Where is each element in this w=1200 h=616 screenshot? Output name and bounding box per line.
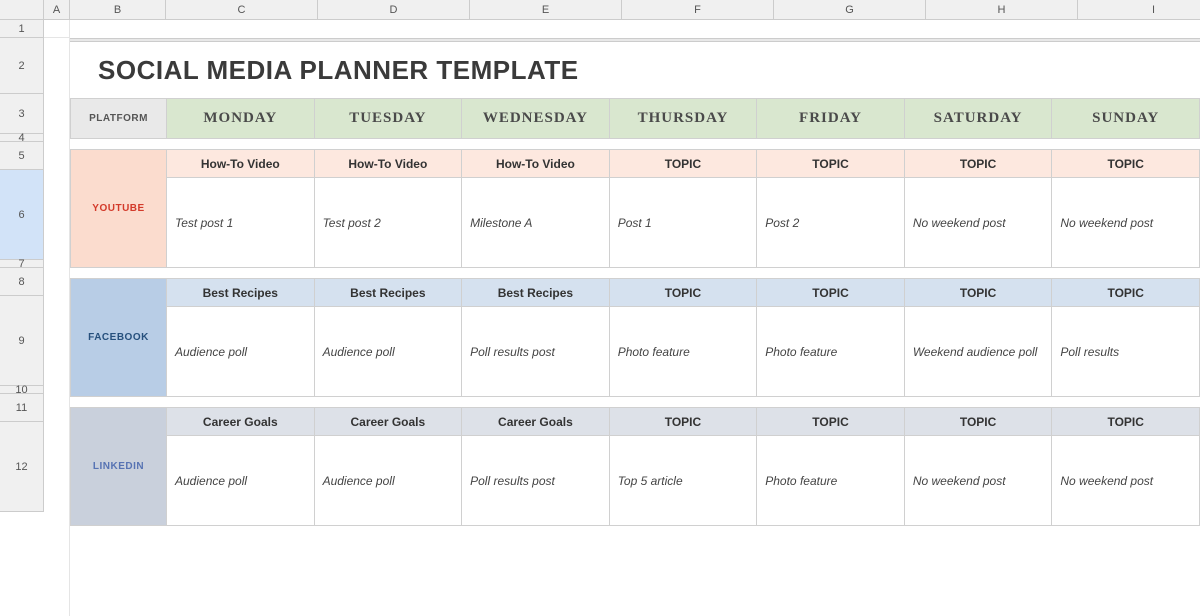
content-cell[interactable]: Audience poll bbox=[314, 307, 462, 397]
col-head-d[interactable]: D bbox=[318, 0, 470, 20]
day-header-table: PLATFORM MONDAY TUESDAY WEDNESDAY THURSD… bbox=[70, 98, 1200, 139]
topic-cell[interactable]: Best Recipes bbox=[462, 279, 610, 307]
content-cell[interactable]: No weekend post bbox=[904, 178, 1052, 268]
topic-cell[interactable]: TOPIC bbox=[609, 408, 757, 436]
content-row: Test post 1Test post 2Milestone APost 1P… bbox=[71, 178, 1200, 268]
column-headers: ABCDEFGHI bbox=[44, 0, 1200, 20]
col-a-gutter bbox=[44, 20, 70, 616]
platform-label-facebook: FACEBOOK bbox=[71, 279, 167, 397]
content-cell[interactable]: Audience poll bbox=[314, 436, 462, 526]
row-head-10[interactable]: 10 bbox=[0, 386, 44, 394]
content-row: Audience pollAudience pollPoll results p… bbox=[71, 436, 1200, 526]
row-head-4[interactable]: 4 bbox=[0, 134, 44, 142]
topic-cell[interactable]: Best Recipes bbox=[167, 279, 315, 307]
header-friday: FRIDAY bbox=[757, 99, 905, 139]
platform-label-youtube: YOUTUBE bbox=[71, 150, 167, 268]
col-head-g[interactable]: G bbox=[774, 0, 926, 20]
content-cell[interactable]: Audience poll bbox=[167, 436, 315, 526]
content-cell[interactable]: Poll results post bbox=[462, 307, 610, 397]
topic-cell[interactable]: Career Goals bbox=[167, 408, 315, 436]
content-cell[interactable]: Post 1 bbox=[609, 178, 757, 268]
row-head-11[interactable]: 11 bbox=[0, 394, 44, 422]
topic-cell[interactable]: TOPIC bbox=[757, 279, 905, 307]
cell-area[interactable]: SOCIAL MEDIA PLANNER TEMPLATE PLATFORM M… bbox=[44, 20, 1200, 616]
topic-cell[interactable]: How-To Video bbox=[462, 150, 610, 178]
col-head-f[interactable]: F bbox=[622, 0, 774, 20]
topic-cell[interactable]: TOPIC bbox=[1052, 408, 1200, 436]
header-sunday: SUNDAY bbox=[1052, 99, 1200, 139]
content-row: Audience pollAudience pollPoll results p… bbox=[71, 307, 1200, 397]
platform-label-linkedin: LINKEDIN bbox=[71, 408, 167, 526]
content-cell[interactable]: Poll results post bbox=[462, 436, 610, 526]
row-head-6[interactable]: 6 bbox=[0, 170, 44, 260]
topic-row: YOUTUBEHow-To VideoHow-To VideoHow-To Vi… bbox=[71, 150, 1200, 178]
topic-cell[interactable]: TOPIC bbox=[1052, 150, 1200, 178]
content-cell[interactable]: Milestone A bbox=[462, 178, 610, 268]
header-platform: PLATFORM bbox=[71, 99, 167, 139]
content-cell[interactable]: Photo feature bbox=[757, 436, 905, 526]
topic-cell[interactable]: Career Goals bbox=[314, 408, 462, 436]
col-head-h[interactable]: H bbox=[926, 0, 1078, 20]
topic-cell[interactable]: Career Goals bbox=[462, 408, 610, 436]
header-saturday: SATURDAY bbox=[904, 99, 1052, 139]
row1-blank bbox=[70, 20, 1200, 38]
header-wednesday: WEDNESDAY bbox=[462, 99, 610, 139]
row-head-3[interactable]: 3 bbox=[0, 94, 44, 134]
topic-cell[interactable]: How-To Video bbox=[167, 150, 315, 178]
row-head-1[interactable]: 1 bbox=[0, 20, 44, 38]
topic-cell[interactable]: Best Recipes bbox=[314, 279, 462, 307]
content-cell[interactable]: Test post 2 bbox=[314, 178, 462, 268]
header-monday: MONDAY bbox=[167, 99, 315, 139]
content-cell[interactable]: No weekend post bbox=[1052, 436, 1200, 526]
content-cell[interactable]: Photo feature bbox=[757, 307, 905, 397]
page-title: SOCIAL MEDIA PLANNER TEMPLATE bbox=[70, 42, 1200, 98]
content-cell[interactable]: Top 5 article bbox=[609, 436, 757, 526]
row-head-2[interactable]: 2 bbox=[0, 38, 44, 94]
document-body: SOCIAL MEDIA PLANNER TEMPLATE PLATFORM M… bbox=[70, 20, 1200, 526]
row-headers: 123456789101112 bbox=[0, 20, 44, 512]
platform-block-youtube: YOUTUBEHow-To VideoHow-To VideoHow-To Vi… bbox=[70, 149, 1200, 268]
content-cell[interactable]: Audience poll bbox=[167, 307, 315, 397]
gap bbox=[70, 139, 1200, 149]
content-cell[interactable]: Poll results bbox=[1052, 307, 1200, 397]
topic-cell[interactable]: TOPIC bbox=[904, 408, 1052, 436]
topic-cell[interactable]: TOPIC bbox=[904, 279, 1052, 307]
spreadsheet-root: ABCDEFGHI 123456789101112 SOCIAL MEDIA P… bbox=[0, 0, 1200, 616]
platform-block-linkedin: LINKEDINCareer GoalsCareer GoalsCareer G… bbox=[70, 407, 1200, 526]
row-head-9[interactable]: 9 bbox=[0, 296, 44, 386]
content-cell[interactable]: Weekend audience poll bbox=[904, 307, 1052, 397]
col-head-a[interactable]: A bbox=[44, 0, 70, 20]
topic-row: FACEBOOKBest RecipesBest RecipesBest Rec… bbox=[71, 279, 1200, 307]
topic-cell[interactable]: TOPIC bbox=[904, 150, 1052, 178]
col-head-c[interactable]: C bbox=[166, 0, 318, 20]
col-head-e[interactable]: E bbox=[470, 0, 622, 20]
day-header-row: PLATFORM MONDAY TUESDAY WEDNESDAY THURSD… bbox=[71, 99, 1200, 139]
col-head-i[interactable]: I bbox=[1078, 0, 1200, 20]
col-head-b[interactable]: B bbox=[70, 0, 166, 20]
topic-cell[interactable]: TOPIC bbox=[609, 279, 757, 307]
row-head-7[interactable]: 7 bbox=[0, 260, 44, 268]
header-thursday: THURSDAY bbox=[609, 99, 757, 139]
row-head-8[interactable]: 8 bbox=[0, 268, 44, 296]
topic-cell[interactable]: How-To Video bbox=[314, 150, 462, 178]
platform-blocks: YOUTUBEHow-To VideoHow-To VideoHow-To Vi… bbox=[70, 149, 1200, 526]
topic-row: LINKEDINCareer GoalsCareer GoalsCareer G… bbox=[71, 408, 1200, 436]
row-head-12[interactable]: 12 bbox=[0, 422, 44, 512]
platform-block-facebook: FACEBOOKBest RecipesBest RecipesBest Rec… bbox=[70, 278, 1200, 397]
topic-cell[interactable]: TOPIC bbox=[757, 150, 905, 178]
row-head-5[interactable]: 5 bbox=[0, 142, 44, 170]
content-cell[interactable]: Post 2 bbox=[757, 178, 905, 268]
content-cell[interactable]: Test post 1 bbox=[167, 178, 315, 268]
content-cell[interactable]: No weekend post bbox=[1052, 178, 1200, 268]
block-gap bbox=[70, 268, 1200, 278]
block-gap bbox=[70, 397, 1200, 407]
topic-cell[interactable]: TOPIC bbox=[757, 408, 905, 436]
content-cell[interactable]: No weekend post bbox=[904, 436, 1052, 526]
header-tuesday: TUESDAY bbox=[314, 99, 462, 139]
topic-cell[interactable]: TOPIC bbox=[609, 150, 757, 178]
topic-cell[interactable]: TOPIC bbox=[1052, 279, 1200, 307]
content-cell[interactable]: Photo feature bbox=[609, 307, 757, 397]
select-all-corner[interactable] bbox=[0, 0, 44, 20]
